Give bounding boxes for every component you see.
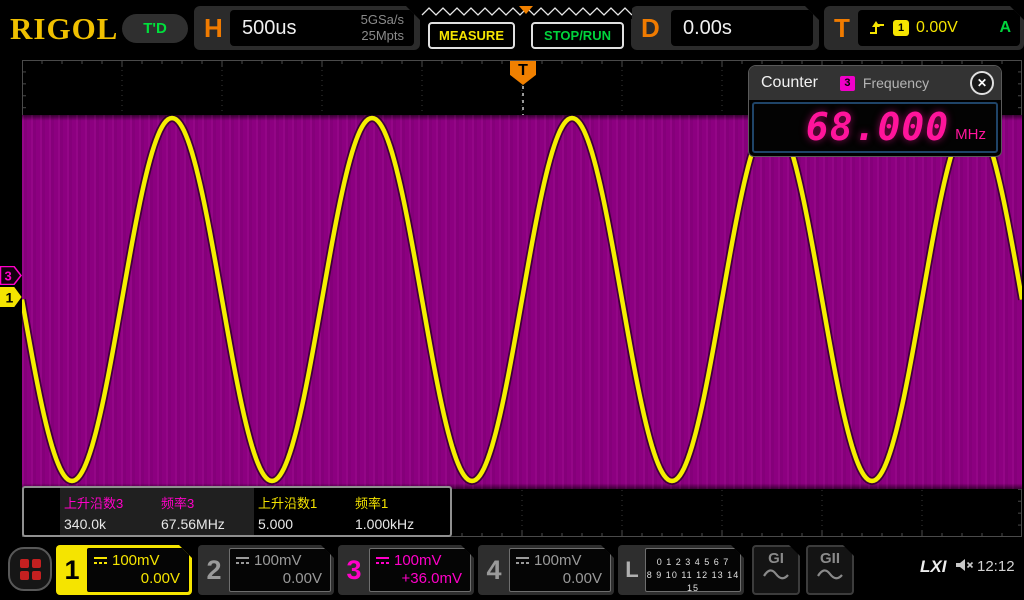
delay-menu[interactable]: D 0.00s — [631, 6, 819, 50]
channel-3-button[interactable]: 3 100mV +36.0mV — [338, 545, 474, 595]
logic-channels-button[interactable]: L 0 1 2 3 4 5 6 7 8 9 10 11 12 13 14 15 — [618, 545, 744, 595]
timebase-value: 500us — [242, 17, 297, 40]
counter-title: Counter — [761, 74, 818, 92]
sine-icon — [762, 567, 790, 580]
horizontal-menu[interactable]: H 500us 5GSa/s 25Mpts — [194, 6, 420, 50]
channel-4-button[interactable]: 4 100mV 0.00V — [478, 545, 614, 595]
menu-grid-icon — [20, 559, 41, 580]
svg-text:3: 3 — [5, 269, 12, 284]
d-label: D — [641, 13, 660, 44]
bottom-status-bar: 1 100mV 0.00V 2 100mV 0.00V — [0, 540, 1024, 600]
h-label: H — [204, 13, 223, 44]
speaker-muted-icon[interactable] — [955, 557, 975, 574]
stop-run-button[interactable]: STOP/RUN — [531, 22, 624, 49]
counter-header: Counter 3 Frequency ✕ — [749, 66, 1001, 100]
delay-value: 0.00s — [683, 17, 732, 40]
trigger-status-badge: T'D — [122, 14, 188, 43]
dc-coupling-icon — [93, 556, 108, 566]
waveform-position-strip[interactable] — [420, 4, 632, 19]
generator-2-button[interactable]: GII — [806, 545, 854, 595]
logic-row-8-15: 8 9 10 11 12 13 14 15 — [646, 569, 740, 595]
generator-1-button[interactable]: GI — [752, 545, 800, 595]
rising-edge-icon — [868, 20, 886, 36]
ch3-position-marker[interactable]: 3 — [0, 266, 22, 285]
svg-text:1: 1 — [6, 290, 14, 306]
close-icon[interactable]: ✕ — [970, 71, 994, 95]
trigger-level: 0.00V — [916, 19, 958, 37]
t-label: T — [834, 13, 850, 44]
measurement-panel: 上升沿数3 340.0k 频率3 67.56MHz 上升沿数1 5.000 频率… — [22, 486, 452, 537]
logic-row-0-7: 0 1 2 3 4 5 6 7 — [646, 556, 740, 569]
counter-unit: MHz — [955, 126, 986, 143]
dc-coupling-icon — [235, 556, 250, 566]
measure-button[interactable]: MEASURE — [428, 22, 515, 49]
measurement-item[interactable]: 频率1 1.000kHz — [351, 488, 448, 535]
counter-value: 68.000 — [806, 105, 949, 149]
top-status-bar: RIGOL T'D H 500us 5GSa/s 25Mpts MEASURE … — [0, 0, 1024, 58]
counter-source-badge: 3 — [840, 76, 855, 91]
trigger-sweep-mode: A — [999, 19, 1011, 37]
measurement-item[interactable]: 频率3 67.56MHz — [157, 488, 254, 535]
measurement-item[interactable]: 上升沿数1 5.000 — [254, 488, 351, 535]
memory-depth: 25Mpts — [361, 28, 404, 44]
clock: 12:12 — [977, 558, 1015, 575]
channel-1-button[interactable]: 1 100mV 0.00V — [56, 545, 192, 595]
trigger-menu[interactable]: T 1 0.00V A — [824, 6, 1024, 50]
ch1-position-marker[interactable]: 1 — [0, 287, 22, 307]
counter-display: 68.000 MHz — [752, 102, 998, 153]
measurement-item[interactable]: 上升沿数3 340.0k — [60, 488, 157, 535]
rigol-logo: RIGOL — [10, 11, 118, 47]
counter-mode: Frequency — [863, 75, 929, 91]
trigger-source-badge: 1 — [893, 20, 909, 36]
main-menu-button[interactable] — [8, 547, 52, 591]
lxi-indicator[interactable]: LXI — [920, 557, 946, 577]
dc-coupling-icon — [515, 556, 530, 566]
counter-panel: Counter 3 Frequency ✕ 68.000 MHz — [748, 65, 1002, 157]
sine-icon — [816, 567, 844, 580]
sample-rate: 5GSa/s — [361, 12, 404, 28]
channel-2-button[interactable]: 2 100mV 0.00V — [198, 545, 334, 595]
dc-coupling-icon — [375, 556, 390, 566]
